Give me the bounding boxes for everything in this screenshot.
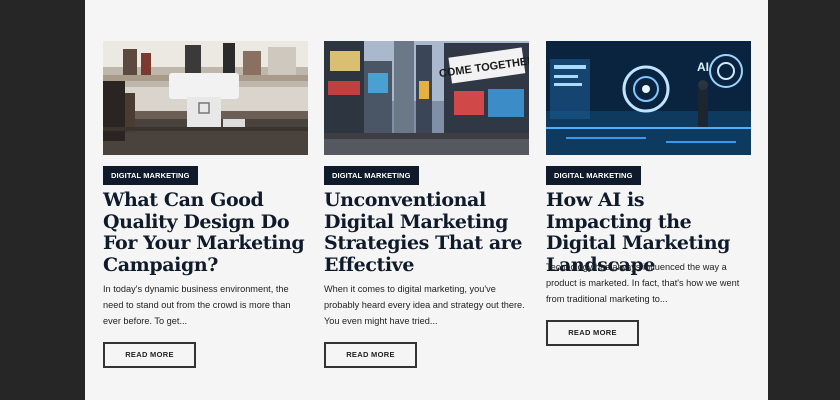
category-badge[interactable]: DIGITAL MARKETING: [103, 166, 198, 185]
blog-card-1: DIGITAL MARKETING What Can Good Quality …: [103, 41, 308, 368]
read-more-button[interactable]: READ MORE: [324, 342, 417, 368]
category-badge[interactable]: DIGITAL MARKETING: [546, 166, 641, 185]
category-badge[interactable]: DIGITAL MARKETING: [324, 166, 419, 185]
post-title[interactable]: Unconventional Digital Marketing Strateg…: [324, 189, 529, 276]
post-excerpt: In today's dynamic business environment,…: [103, 284, 291, 326]
read-more-button[interactable]: READ MORE: [546, 320, 639, 346]
ai-text: AI: [697, 60, 709, 74]
post-excerpt: Technology has always influenced the way…: [546, 262, 740, 304]
ai-futuristic-interface-image[interactable]: AI: [546, 41, 751, 155]
post-excerpt: When it comes to digital marketing, you'…: [324, 284, 525, 326]
read-more-button[interactable]: READ MORE: [103, 342, 196, 368]
post-title[interactable]: What Can Good Quality Design Do For Your…: [103, 189, 308, 276]
times-square-billboards-image[interactable]: COME TOGETHER: [324, 41, 529, 155]
blog-grid: DIGITAL MARKETING What Can Good Quality …: [85, 0, 768, 400]
blog-card-2: COME TOGETHER DIGITAL MARKETING Unconven…: [324, 41, 529, 368]
blog-card-3: AI DIGITAL MARKETING How AI is Impacting…: [546, 41, 751, 346]
office-pos-terminal-image[interactable]: [103, 41, 308, 155]
